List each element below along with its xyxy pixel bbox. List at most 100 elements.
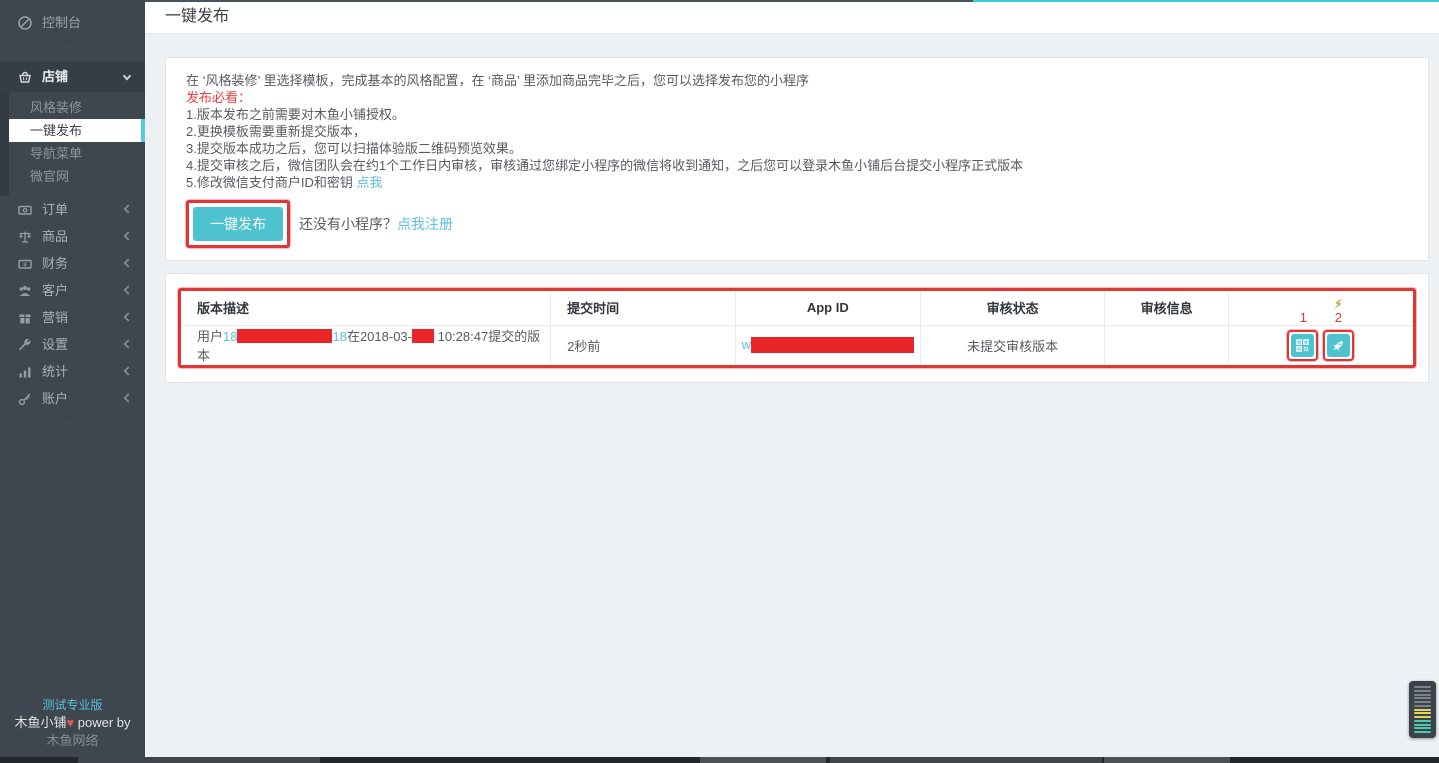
no-miniprogram-text: 还没有小程序？: [299, 214, 397, 234]
publish-row: 一键发布 还没有小程序？ 点我注册: [186, 200, 1408, 248]
version-desc-cell: 用户1818在2018-03- 10:28:47提交的版本: [181, 325, 551, 365]
modify-pay-link[interactable]: 点我: [356, 175, 382, 190]
sidebar-item-finance[interactable]: ¥ 财务: [0, 250, 145, 277]
desc-user-digits: 18: [332, 329, 346, 344]
register-link[interactable]: 点我注册: [397, 214, 453, 234]
publish-button-annotation-box: 一键发布: [186, 200, 290, 248]
chevron-left-icon: [120, 229, 134, 243]
col-version-desc: 版本描述: [181, 291, 551, 325]
power-by-text: power by: [74, 715, 130, 730]
basket-icon: [17, 69, 33, 85]
table-row: 用户1818在2018-03- 10:28:47提交的版本 2秒前 w 未提交审…: [181, 325, 1413, 365]
floating-shortcut-widget[interactable]: [1409, 681, 1436, 738]
rocket-icon: [1331, 338, 1346, 353]
taskbar-segment[interactable]: [700, 757, 826, 763]
chevron-left-icon: [120, 364, 134, 378]
qr-code-icon: [1295, 338, 1310, 353]
company-name: 木鱼网络: [0, 732, 145, 750]
submit-time-cell: 2秒前: [551, 325, 736, 365]
top-accent-line: [145, 0, 1439, 2]
chevron-left-icon: [120, 256, 134, 270]
bar-chart-icon: [17, 364, 33, 380]
col-actions: ⚡ 12: [1228, 291, 1413, 325]
bolt-row: ⚡: [1289, 298, 1353, 311]
page-title: 一键发布: [165, 8, 229, 25]
publish-button-annotation-box-2: [1323, 330, 1354, 361]
chevron-left-icon: [120, 283, 134, 297]
chevron-down-icon: [120, 70, 134, 84]
compass-icon: [17, 15, 33, 31]
sidebar-item-label: 客户: [42, 277, 68, 304]
brand-line: 木鱼小铺♥ power by: [0, 714, 145, 732]
edition-link[interactable]: 测试专业版: [0, 696, 145, 714]
intro-lead: 在 ‘风格装修’ 里选择模板，完成基本的风格配置，在 ‘商品’ 里添加商品完毕之…: [186, 72, 1408, 89]
chevron-left-icon: [120, 337, 134, 351]
one-click-publish-button[interactable]: 一键发布: [193, 207, 283, 241]
sidebar-item-label: 商品: [42, 223, 68, 250]
preview-qr-button[interactable]: [1291, 334, 1314, 357]
col-app-id: App ID: [735, 291, 920, 325]
intro-line-3: 3.提交版本成功之后，您可以扫描体验版二维码预览效果。: [186, 140, 1408, 157]
shop-submenu: 风格装修 一键发布 导航菜单 微官网: [0, 92, 145, 196]
taskbar-segment[interactable]: [78, 757, 320, 763]
redaction-block: [412, 329, 434, 343]
annotation-numbers: 12: [1289, 311, 1353, 320]
chevron-left-icon: [120, 391, 134, 405]
banknote-icon: ¥: [17, 256, 33, 272]
taskbar-segment[interactable]: [830, 757, 1102, 763]
chevron-left-icon: [120, 202, 134, 216]
sidebar-divider: ⋯: [0, 42, 145, 56]
chevron-left-icon: [120, 310, 134, 324]
desc-date: 在2018-03-: [347, 329, 412, 344]
wrench-icon: [17, 337, 33, 353]
intro-line-5: 5.修改微信支付商户ID和密钥 点我: [186, 174, 1408, 191]
desc-user-digits: 18: [223, 329, 237, 344]
sidebar-item-customers[interactable]: 客户: [0, 277, 145, 304]
bill-icon: [17, 202, 33, 218]
versions-table: 版本描述 提交时间 App ID 审核状态 审核信息 ⚡ 12: [181, 291, 1413, 365]
qr-button-annotation-box: [1287, 330, 1318, 361]
sidebar-item-console[interactable]: 控制台: [0, 9, 145, 36]
annotation-number-2: 2: [1324, 311, 1353, 324]
versions-card: 版本描述 提交时间 App ID 审核状态 审核信息 ⚡ 12: [165, 273, 1429, 383]
submenu-item-nav-menu[interactable]: 导航菜单: [0, 142, 145, 165]
sidebar-item-label: 订单: [42, 196, 68, 223]
sidebar-item-goods[interactable]: 商品: [0, 223, 145, 250]
submenu-item-micro-site[interactable]: 微官网: [0, 165, 145, 188]
scales-icon: [17, 229, 33, 245]
sidebar-item-account[interactable]: 账户: [0, 385, 145, 412]
submenu-item-one-click-publish[interactable]: 一键发布: [9, 119, 145, 142]
sidebar-item-label: 财务: [42, 250, 68, 277]
actions-header: ⚡ 12: [1229, 296, 1413, 320]
review-info-cell: [1105, 325, 1228, 365]
col-submit-time: 提交时间: [551, 291, 736, 325]
lightning-bolt-icon: ⚡: [1324, 298, 1353, 311]
desc-prefix: 用户: [197, 329, 223, 344]
sidebar-item-label: 账户: [42, 385, 68, 412]
sidebar-item-settings[interactable]: 设置: [0, 331, 145, 358]
sidebar-divider: ⋯: [0, 418, 145, 432]
sidebar-item-orders[interactable]: 订单: [0, 196, 145, 223]
submit-publish-button[interactable]: [1327, 334, 1350, 357]
sidebar-item-marketing[interactable]: 营销: [0, 304, 145, 331]
submenu-item-style-decorate[interactable]: 风格装修: [0, 96, 145, 119]
key-icon: [17, 391, 33, 407]
annotation-number-1: 1: [1289, 311, 1318, 324]
sidebar-item-stats[interactable]: 统计: [0, 358, 145, 385]
sidebar: 控制台 ⋯ 店铺 风格装修 一键发布 导航菜单 微官网 订单 商品: [0, 0, 145, 763]
table-annotation-box: 版本描述 提交时间 App ID 审核状态 审核信息 ⚡ 12: [178, 288, 1416, 368]
svg-text:¥: ¥: [23, 261, 27, 268]
page-header: 一键发布: [145, 0, 1439, 34]
sidebar-footer: 测试专业版 木鱼小铺♥ power by 木鱼网络: [0, 696, 145, 750]
taskbar[interactable]: [0, 757, 1439, 763]
actions-cell: [1228, 325, 1413, 365]
intro-line-2: 2.更换模板需要重新提交版本，: [186, 123, 1408, 140]
app-id-cell: w: [735, 325, 920, 365]
sidebar-item-label: 统计: [42, 358, 68, 385]
taskbar-segment[interactable]: [1104, 757, 1230, 763]
table-header-row: 版本描述 提交时间 App ID 审核状态 审核信息 ⚡ 12: [181, 291, 1413, 325]
heart-icon: ♥: [66, 715, 74, 730]
gift-icon: [17, 310, 33, 326]
sidebar-section-shop[interactable]: 店铺: [0, 62, 145, 92]
intro-line-1: 1.版本发布之前需要对木鱼小铺授权。: [186, 106, 1408, 123]
